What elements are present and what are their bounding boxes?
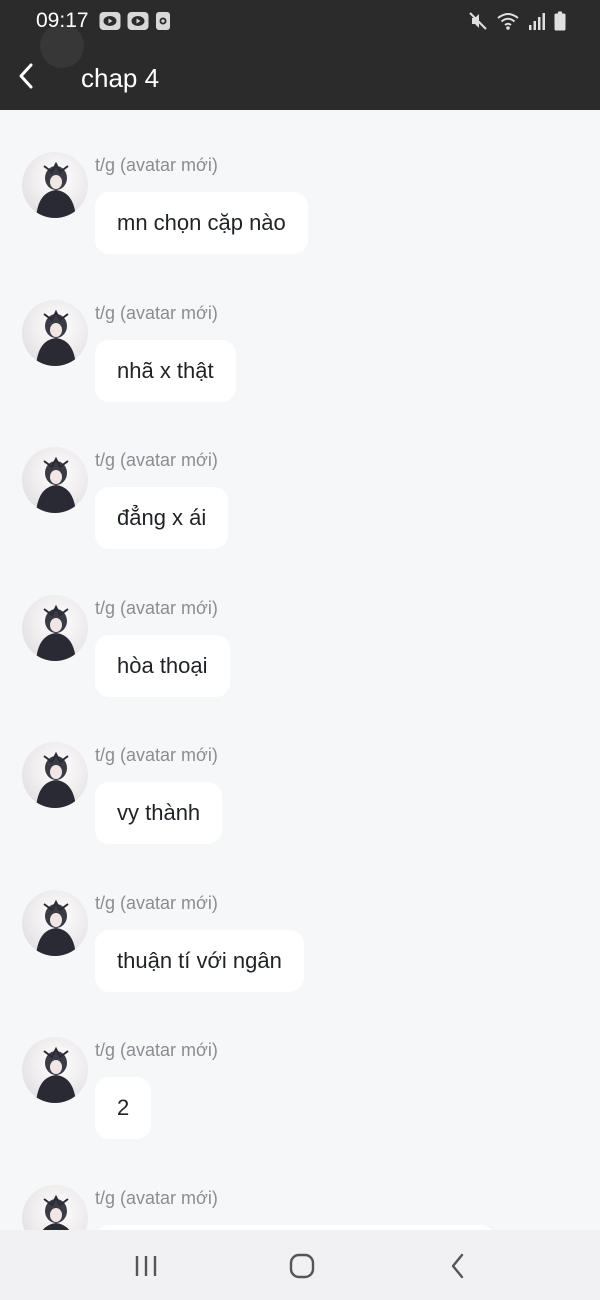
message-item: t/g (avatar mới) thuận tí với ngân	[0, 890, 600, 1030]
sender-name: t/g (avatar mới)	[95, 155, 218, 175]
message-item: t/g (avatar mới) 2	[0, 1037, 600, 1177]
avatar[interactable]	[22, 1037, 88, 1103]
avatar-character-image	[36, 751, 76, 808]
system-nav-bar	[0, 1230, 600, 1300]
notification-icons	[99, 11, 171, 31]
youtube-icon	[127, 12, 149, 30]
message-item: t/g (avatar mới) vy thành	[0, 742, 600, 882]
app-bar: chap 4	[0, 50, 600, 106]
avatar-character-image	[36, 456, 76, 513]
sender-name: t/g (avatar mới)	[95, 1188, 218, 1208]
message-bubble[interactable]: vy thành	[95, 782, 223, 844]
camera-app-icon	[156, 12, 170, 30]
battery-icon	[554, 11, 566, 31]
message-item: t/g (avatar mới) hòa thoại	[0, 595, 600, 735]
system-icons	[468, 11, 566, 31]
avatar[interactable]	[22, 152, 88, 218]
sender-name: t/g (avatar mới)	[95, 598, 218, 618]
recent-apps-button[interactable]	[126, 1246, 166, 1286]
message-item: t/g (avatar mới) nhã x thật	[0, 300, 600, 440]
sender-name: t/g (avatar mới)	[95, 1040, 218, 1060]
avatar-character-image	[36, 161, 76, 218]
avatar-character-image	[36, 604, 76, 661]
avatar[interactable]	[22, 447, 88, 513]
message-bubble[interactable]: 2	[95, 1077, 152, 1139]
avatar[interactable]	[22, 595, 88, 661]
avatar-character-image	[36, 1046, 76, 1103]
avatar[interactable]	[22, 890, 88, 956]
message-bubble[interactable]: mn chọn cặp nào	[95, 192, 308, 254]
message-item: t/g (avatar mới)	[0, 1185, 600, 1230]
message-bubble[interactable]: đẳng x ái	[95, 487, 229, 549]
avatar-character-image	[36, 309, 76, 366]
sender-name: t/g (avatar mới)	[95, 450, 218, 470]
message-item: t/g (avatar mới) mn chọn cặp nào	[0, 152, 600, 292]
avatar[interactable]	[22, 1185, 88, 1230]
avatar[interactable]	[22, 742, 88, 808]
message-bubble[interactable]: hòa thoại	[95, 635, 230, 697]
youtube-icon	[99, 12, 121, 30]
chevron-left-icon	[19, 63, 33, 89]
status-time: 09:17	[36, 9, 89, 32]
avatar-character-image	[36, 899, 76, 956]
sender-name: t/g (avatar mới)	[95, 893, 218, 913]
system-back-button[interactable]	[438, 1246, 478, 1286]
message-list[interactable]: t/g (avatar mới) mn chọn cặp nào t/g (av…	[0, 110, 600, 1230]
mute-icon	[469, 12, 487, 30]
signal-icon	[529, 13, 545, 30]
wifi-icon	[497, 13, 519, 30]
avatar[interactable]	[22, 300, 88, 366]
avatar-character-image	[42, 1194, 70, 1230]
status-bar: 09:17	[0, 0, 600, 44]
sender-name: t/g (avatar mới)	[95, 303, 218, 323]
chat-title: chap 4	[81, 63, 160, 93]
home-icon	[289, 1253, 315, 1279]
back-icon	[451, 1253, 464, 1279]
home-button[interactable]	[282, 1246, 322, 1286]
message-item: t/g (avatar mới) đẳng x ái	[0, 447, 600, 587]
message-bubble[interactable]: nhã x thật	[95, 340, 236, 402]
top-bar: 09:17 chap 4	[0, 0, 600, 110]
message-bubble[interactable]: thuận tí với ngân	[95, 930, 304, 992]
back-button[interactable]	[8, 56, 44, 96]
sender-name: t/g (avatar mới)	[95, 745, 218, 765]
recent-apps-icon	[135, 1256, 157, 1276]
